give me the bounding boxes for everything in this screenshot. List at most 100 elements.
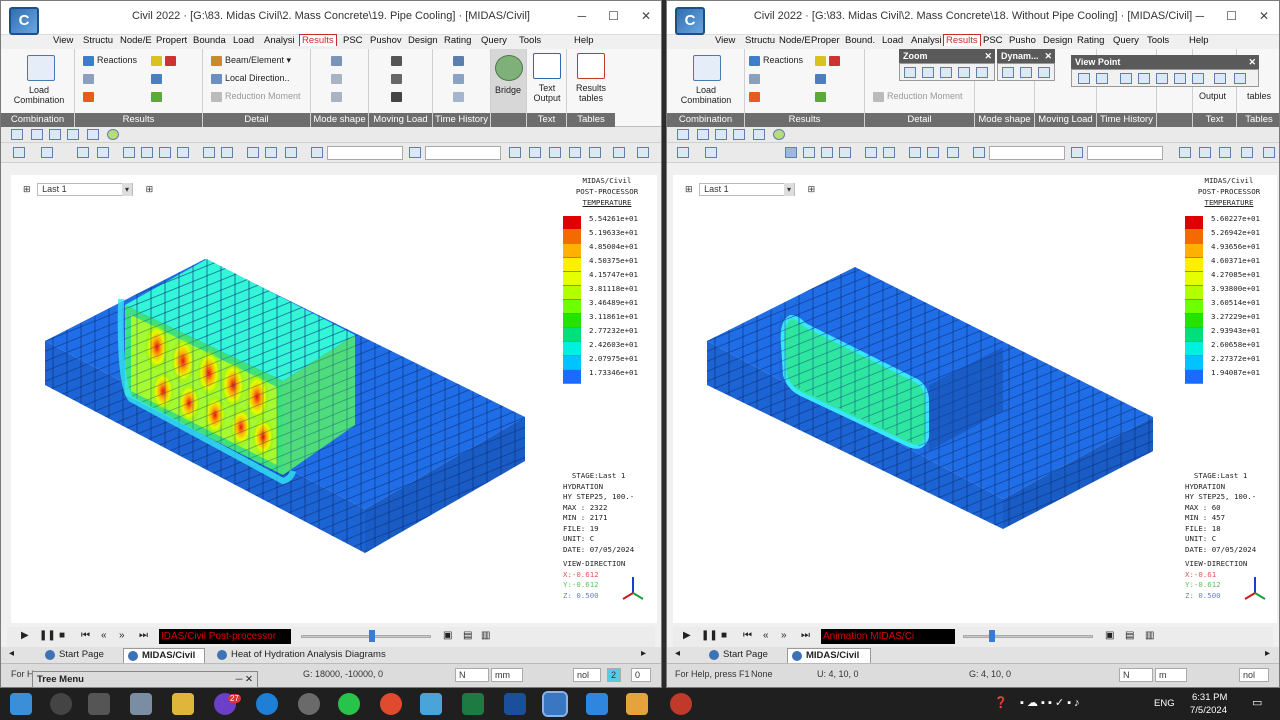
windows-start-icon[interactable] — [10, 693, 32, 715]
step-back-icon[interactable]: « — [763, 630, 769, 641]
deformation-button[interactable] — [815, 55, 843, 66]
print-icon[interactable] — [87, 129, 99, 140]
task-view-icon[interactable] — [88, 693, 110, 715]
model-3d[interactable] — [11, 175, 559, 623]
polygon-select-icon[interactable] — [159, 147, 171, 158]
results-tool-4[interactable] — [749, 91, 763, 102]
model-3d[interactable] — [673, 175, 1181, 623]
number-field[interactable]: 2 — [607, 668, 621, 682]
display-tool-4-icon[interactable] — [569, 147, 581, 158]
left-view-icon[interactable] — [1156, 73, 1168, 84]
results-tool-5[interactable] — [151, 91, 165, 102]
menu-help[interactable]: Help — [1189, 35, 1209, 46]
zoom-window-icon[interactable] — [203, 147, 215, 158]
text-output-button[interactable]: Output — [1199, 91, 1226, 101]
zoom-panel-close-icon[interactable]: ✕ — [984, 49, 992, 63]
tree-menu-close-icon[interactable]: ─ ✕ — [236, 672, 253, 687]
results-tool-4[interactable] — [83, 91, 97, 102]
moving-load-tool-2[interactable] — [391, 73, 405, 84]
maximize-icon[interactable]: ☐ — [1226, 9, 1237, 23]
model-viewport[interactable]: ⊞ Last 1 ⊞ — [11, 175, 657, 623]
tray-icons[interactable]: ▪ ☁ ▪ ▪ ✓ ▪ ♪ — [1020, 696, 1080, 709]
angle-view-icon[interactable] — [1214, 73, 1226, 84]
top-view-icon[interactable] — [1096, 73, 1108, 84]
time-history-tool-1[interactable] — [453, 55, 467, 66]
app-icon-1[interactable] — [130, 693, 152, 715]
dynamic-rotate-icon[interactable] — [1038, 67, 1050, 78]
view-point-panel-close-icon[interactable]: ✕ — [1248, 55, 1256, 69]
filter-icon[interactable] — [409, 147, 421, 158]
iso-view-icon[interactable] — [1078, 73, 1090, 84]
zero-field[interactable]: 0 — [631, 668, 651, 682]
bridge-button[interactable]: Bridge — [495, 85, 521, 95]
load-combination-button[interactable]: Load Combination — [11, 85, 67, 105]
length-unit-combo[interactable]: m — [1155, 668, 1187, 682]
dynamic-panel-close-icon[interactable]: ✕ — [1044, 49, 1052, 63]
app-icon-2[interactable] — [298, 693, 320, 715]
time-history-tool-2[interactable] — [453, 73, 467, 84]
reactions-button[interactable]: Reactions — [749, 55, 803, 66]
menu-structure[interactable]: Structu — [745, 35, 775, 46]
window-select-icon[interactable] — [141, 147, 153, 158]
view-tool-1-icon[interactable] — [77, 147, 89, 158]
file-explorer-icon[interactable] — [172, 693, 194, 715]
step-forward-icon[interactable]: » — [119, 630, 125, 641]
mode-shape-tool-3[interactable] — [331, 91, 345, 102]
selection-combo[interactable] — [327, 146, 403, 160]
pointer-icon[interactable] — [973, 147, 985, 158]
menu-rating[interactable]: Rating — [444, 35, 471, 46]
force-unit-combo[interactable]: N — [1119, 668, 1153, 682]
deformation-button[interactable] — [151, 55, 179, 66]
close-icon[interactable]: ✕ — [1259, 9, 1269, 23]
print-icon[interactable] — [753, 129, 765, 140]
display-tool-4-icon[interactable] — [1241, 147, 1253, 158]
reactions-button[interactable]: Reactions — [83, 55, 137, 66]
redo-icon[interactable] — [705, 147, 717, 158]
menu-boundary[interactable]: Bounda — [193, 35, 226, 46]
view-tool-2-icon[interactable] — [97, 147, 109, 158]
model-viewport[interactable]: ⊞ Last 1 ⊞ MIDAS/Civil — [673, 175, 1277, 623]
close-icon[interactable]: ✕ — [641, 9, 651, 23]
results-tool-5[interactable] — [815, 91, 829, 102]
time-history-tool-3[interactable] — [453, 91, 467, 102]
animation-slider-thumb[interactable] — [989, 630, 995, 642]
pause-icon[interactable]: ❚❚ — [701, 630, 718, 641]
tab-scroll-left-icon[interactable]: ◂ — [675, 648, 680, 659]
play-icon[interactable]: ▶ — [683, 630, 691, 641]
display-tool-6-icon[interactable] — [613, 147, 625, 158]
save-icon[interactable] — [715, 129, 727, 140]
results-tool-2[interactable] — [749, 73, 763, 84]
results-tool-2[interactable] — [83, 73, 97, 84]
zoom-previous-icon[interactable] — [976, 67, 988, 78]
display-tool-3-icon[interactable] — [549, 147, 561, 158]
nol-combo[interactable]: nol — [573, 668, 601, 682]
stop-icon[interactable]: ■ — [721, 630, 727, 641]
app-icon-5[interactable] — [626, 693, 648, 715]
display-tool-5-icon[interactable] — [589, 147, 601, 158]
menu-design[interactable]: Design — [408, 35, 438, 46]
menu-pushover[interactable]: Pusho — [1009, 35, 1036, 46]
bottom-view-icon[interactable] — [1192, 73, 1204, 84]
tree-menu-panel[interactable]: Tree Menu ─ ✕ — [32, 671, 258, 688]
select-icon[interactable] — [785, 147, 797, 158]
first-frame-icon[interactable]: ⏮ — [743, 630, 752, 641]
animation-export-icon[interactable]: ▥ — [1145, 630, 1154, 641]
menu-properties[interactable]: Proper — [811, 35, 840, 46]
menu-psc[interactable]: PSC — [983, 35, 1003, 46]
filter-icon[interactable] — [1071, 147, 1083, 158]
chrome-icon[interactable] — [380, 693, 402, 715]
step-forward-icon[interactable]: » — [781, 630, 787, 641]
display-tool-5-icon[interactable] — [1263, 147, 1275, 158]
clock-time[interactable]: 6:31 PM — [1192, 692, 1227, 703]
menu-help[interactable]: Help — [574, 35, 594, 46]
tab-start-page[interactable]: Start Page — [41, 648, 104, 663]
menu-node-element[interactable]: Node/E — [779, 35, 811, 46]
pointer-icon[interactable] — [311, 147, 323, 158]
length-unit-combo[interactable]: mm — [491, 668, 523, 682]
nol-combo[interactable]: nol — [1239, 668, 1269, 682]
app-icon-4[interactable] — [586, 693, 608, 715]
save-as-icon[interactable] — [733, 129, 745, 140]
excel-icon[interactable] — [462, 693, 484, 715]
animation-settings-icon[interactable]: ▤ — [463, 630, 472, 641]
dynamic-view-icon[interactable] — [265, 147, 277, 158]
